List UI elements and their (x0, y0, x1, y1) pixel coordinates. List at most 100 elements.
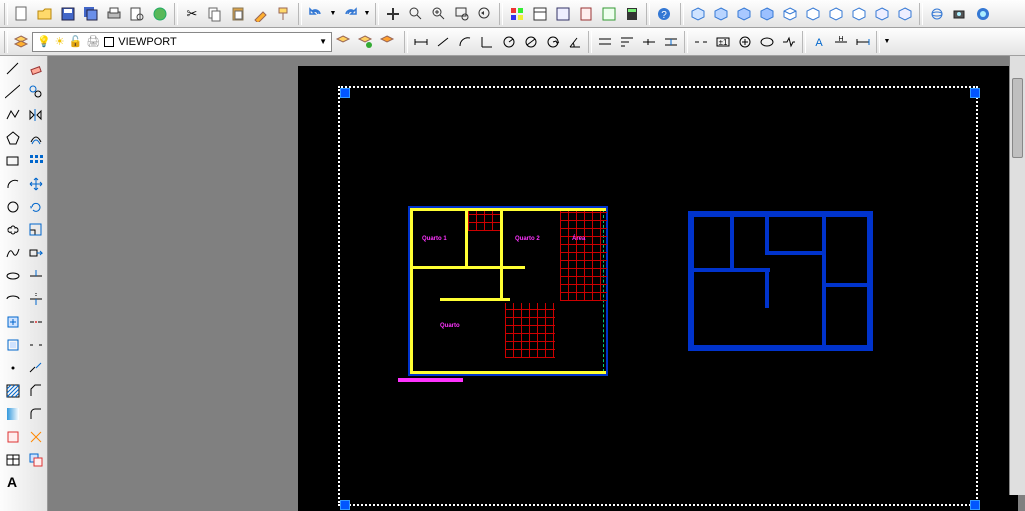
print-button[interactable] (103, 3, 125, 25)
paste-button[interactable] (227, 3, 249, 25)
stretch-button[interactable] (24, 241, 46, 263)
erase-button[interactable] (24, 57, 46, 79)
dim-center-button[interactable] (734, 31, 756, 53)
new-file-button[interactable] (11, 3, 33, 25)
extend-button[interactable] (24, 287, 46, 309)
ellipse-button[interactable] (1, 264, 23, 286)
circle-button[interactable] (1, 195, 23, 217)
view-left-button[interactable] (825, 3, 847, 25)
dim-diameter-button[interactable] (520, 31, 542, 53)
save-all-button[interactable] (80, 3, 102, 25)
open-file-button[interactable] (34, 3, 56, 25)
dim-tedit-button[interactable]: H (830, 31, 852, 53)
dim-angular-button[interactable] (564, 31, 586, 53)
viewport-grip-tr[interactable] (970, 88, 980, 98)
dim-baseline-button[interactable] (616, 31, 638, 53)
revcloud-button[interactable] (1, 218, 23, 240)
rectangle-button[interactable] (1, 149, 23, 171)
dim-edit-button[interactable]: A (808, 31, 830, 53)
tool-palettes-button[interactable] (552, 3, 574, 25)
chamfer-button[interactable] (24, 379, 46, 401)
format-painter-button[interactable] (273, 3, 295, 25)
arc-button[interactable] (1, 172, 23, 194)
iso-se-button[interactable] (710, 3, 732, 25)
paperspace-sheet[interactable]: Quarto 1 Quarto 2 Área Quarto (298, 66, 1018, 511)
dim-jogged-button[interactable] (542, 31, 564, 53)
trim-button[interactable] (24, 264, 46, 286)
grip-handle[interactable] (4, 3, 8, 25)
dim-continue-button[interactable] (638, 31, 660, 53)
help-button[interactable]: ? (653, 3, 675, 25)
render-button[interactable] (972, 3, 994, 25)
iso-sw-button[interactable] (687, 3, 709, 25)
markup-button[interactable] (598, 3, 620, 25)
view-top-button[interactable] (779, 3, 801, 25)
layer-iso-button[interactable] (376, 31, 398, 53)
dim-style-dropdown[interactable]: ▼ (882, 31, 892, 53)
hatch-button[interactable] (1, 379, 23, 401)
grip-handle[interactable] (404, 31, 408, 53)
dim-linear-button[interactable] (410, 31, 432, 53)
scale-button[interactable] (24, 218, 46, 240)
mtext-button[interactable]: A (1, 471, 23, 493)
dim-quick-button[interactable] (594, 31, 616, 53)
view-back-button[interactable] (894, 3, 916, 25)
publish-button[interactable] (149, 3, 171, 25)
copy-button[interactable] (204, 3, 226, 25)
spline-button[interactable] (1, 241, 23, 263)
fillet-button[interactable] (24, 402, 46, 424)
dim-update-button[interactable] (852, 31, 874, 53)
dim-jogline-button[interactable] (778, 31, 800, 53)
polyline-button[interactable] (1, 103, 23, 125)
make-block-button[interactable] (1, 333, 23, 355)
pan-button[interactable] (382, 3, 404, 25)
point-button[interactable] (1, 356, 23, 378)
dim-tolerance-button[interactable]: ±1 (712, 31, 734, 53)
gradient-button[interactable] (1, 402, 23, 424)
mirror-button[interactable] (24, 103, 46, 125)
explode-button[interactable] (24, 425, 46, 447)
break-at-button[interactable] (24, 310, 46, 332)
polygon-button[interactable] (1, 126, 23, 148)
viewport-grip-br[interactable] (970, 500, 980, 510)
layer-states-button[interactable] (354, 31, 376, 53)
draworder-button[interactable] (24, 448, 46, 470)
view-bottom-button[interactable] (802, 3, 824, 25)
camera-button[interactable] (949, 3, 971, 25)
zoom-previous-button[interactable] (474, 3, 496, 25)
sheet-set-button[interactable] (575, 3, 597, 25)
dim-aligned-button[interactable] (432, 31, 454, 53)
zoom-window-button[interactable] (451, 3, 473, 25)
properties-button[interactable] (506, 3, 528, 25)
iso-nw-button[interactable] (756, 3, 778, 25)
cut-button[interactable]: ✂ (181, 3, 203, 25)
dim-arc-button[interactable] (454, 31, 476, 53)
undo-button[interactable] (305, 3, 327, 25)
layer-manager-button[interactable] (10, 31, 32, 53)
calculator-button[interactable] (621, 3, 643, 25)
insert-block-button[interactable] (1, 310, 23, 332)
copy-obj-button[interactable] (24, 80, 46, 102)
vertical-scrollbar[interactable] (1009, 56, 1025, 495)
dim-inspect-button[interactable] (756, 31, 778, 53)
dim-break-button[interactable] (690, 31, 712, 53)
table-button[interactable] (1, 448, 23, 470)
undo-dropdown[interactable]: ▼ (328, 3, 338, 25)
dim-space-button[interactable] (660, 31, 682, 53)
viewport-grip-tl[interactable] (340, 88, 350, 98)
3d-orbit-button[interactable] (926, 3, 948, 25)
view-front-button[interactable] (871, 3, 893, 25)
move-button[interactable] (24, 172, 46, 194)
redo-dropdown[interactable]: ▼ (362, 3, 372, 25)
xline-button[interactable] (1, 80, 23, 102)
print-preview-button[interactable] (126, 3, 148, 25)
ellipse-arc-button[interactable] (1, 287, 23, 309)
array-button[interactable] (24, 149, 46, 171)
rotate-button[interactable] (24, 195, 46, 217)
design-center-button[interactable] (529, 3, 551, 25)
dim-ordinate-button[interactable] (476, 31, 498, 53)
redo-button[interactable] (339, 3, 361, 25)
grip-handle[interactable] (680, 3, 684, 25)
layer-dropdown[interactable]: 💡 ☀ 🔓 🖨 VIEWPORT ▼ (32, 32, 332, 52)
view-right-button[interactable] (848, 3, 870, 25)
